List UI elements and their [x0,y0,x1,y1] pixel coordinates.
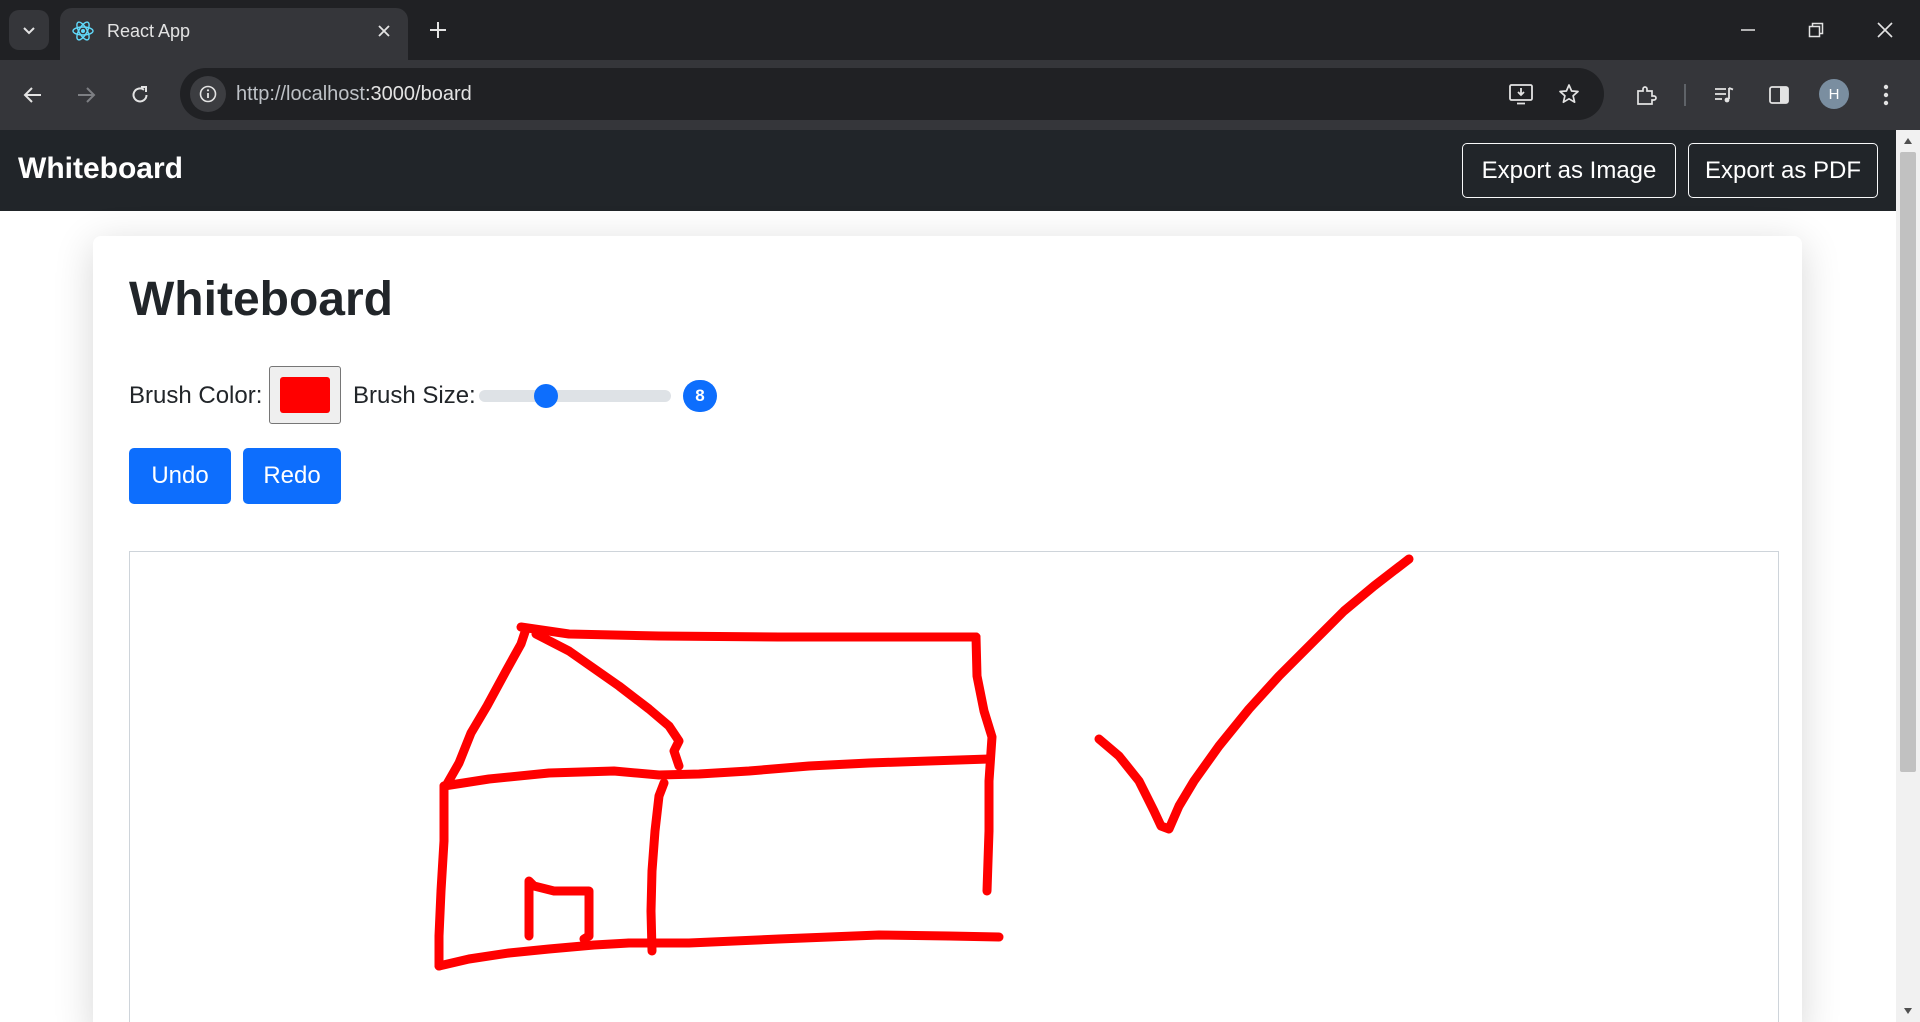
install-app-button[interactable] [1506,79,1536,109]
url-path: :3000/board [364,83,472,105]
url-text[interactable]: http://localhost:3000/board [236,83,472,106]
stroke-right-wall [971,632,997,896]
caret-up-icon [1904,138,1912,144]
reload-icon [132,86,148,103]
profile-avatar[interactable]: H [1819,79,1849,109]
toolbar-separator [1684,84,1686,106]
tab-search-button[interactable] [9,10,49,50]
app-navbar: Whiteboard Export as Image Export as PDF [0,130,1896,211]
brush-size-badge: 8 [683,380,717,412]
undo-button[interactable]: Undo [129,448,231,504]
install-app-icon [1509,84,1533,105]
address-bar[interactable]: http://localhost:3000/board [180,68,1604,120]
side-panel-icon [1769,86,1789,104]
site-info-icon [199,85,217,103]
star-icon [1559,84,1579,104]
site-info-button[interactable] [190,76,226,112]
whiteboard-card: Whiteboard Brush Color: Brush Size: 8 Un… [93,236,1802,1022]
window-close-button[interactable] [1850,0,1920,60]
url-host: http://localhost [236,83,365,105]
stroke-checkmark [1094,554,1414,834]
stroke-roof-diagonal [531,629,684,771]
page-viewport: Whiteboard Export as Image Export as PDF… [0,130,1920,1022]
stroke-wall-top [439,754,994,791]
extensions-button[interactable] [1627,76,1665,114]
brush-color-swatch [280,377,330,413]
back-icon [23,87,41,103]
window-minimize-button[interactable] [1713,0,1783,60]
close-icon [1877,22,1893,38]
plus-icon [430,22,446,38]
navbar-brand[interactable]: Whiteboard [18,152,183,186]
kebab-menu-icon [1883,84,1889,106]
forward-button[interactable] [67,76,105,114]
stroke-ground-right [624,930,1004,948]
scrollbar-thumb[interactable] [1900,152,1916,772]
brush-size-slider-thumb[interactable] [534,384,559,408]
new-tab-button[interactable] [424,16,452,44]
stroke-left-wall [434,781,449,971]
scroll-up-arrow[interactable] [1896,132,1920,150]
react-favicon-icon [72,21,94,41]
tab-close-button[interactable] [371,18,397,44]
browser-tabstrip: React App [0,0,1920,60]
minimize-icon [1741,29,1755,31]
reload-button[interactable] [121,76,159,114]
forward-icon [78,87,96,103]
brush-color-picker[interactable] [269,366,341,424]
caret-down-icon [1904,1008,1912,1014]
brush-size-label: Brush Size: [353,382,476,409]
extensions-icon [1637,86,1657,105]
stroke-door-divider [646,778,669,956]
restore-icon [1808,22,1824,38]
canvas-drawing [434,554,1414,971]
scroll-down-arrow[interactable] [1896,1002,1920,1020]
browser-toolbar: http://localhost:3000/board H [0,60,1920,130]
tab-search-icon [23,27,35,35]
browser-tab-active[interactable]: React App [60,8,408,60]
tab-title: React App [107,21,191,41]
stroke-window [524,876,594,944]
media-control-button[interactable] [1705,76,1743,114]
close-icon [378,25,390,37]
media-control-icon [1715,87,1734,103]
bookmark-star-button[interactable] [1554,79,1584,109]
brush-color-label: Brush Color: [129,382,263,409]
brush-size-slider-track[interactable] [479,390,671,402]
stroke-roof-top [516,622,981,642]
redo-button[interactable]: Redo [243,448,341,504]
side-panel-button[interactable] [1760,76,1798,114]
export-pdf-button[interactable]: Export as PDF [1688,143,1878,198]
page-scrollbar[interactable] [1896,130,1920,1022]
page-title: Whiteboard [129,273,393,326]
stroke-ground-left [434,938,634,971]
stroke-roof-left [442,624,531,789]
browser-menu-button[interactable] [1867,76,1905,114]
export-image-button[interactable]: Export as Image [1462,143,1676,198]
drawing-canvas[interactable] [129,551,1779,1022]
window-restore-button[interactable] [1781,0,1851,60]
back-button[interactable] [14,76,52,114]
